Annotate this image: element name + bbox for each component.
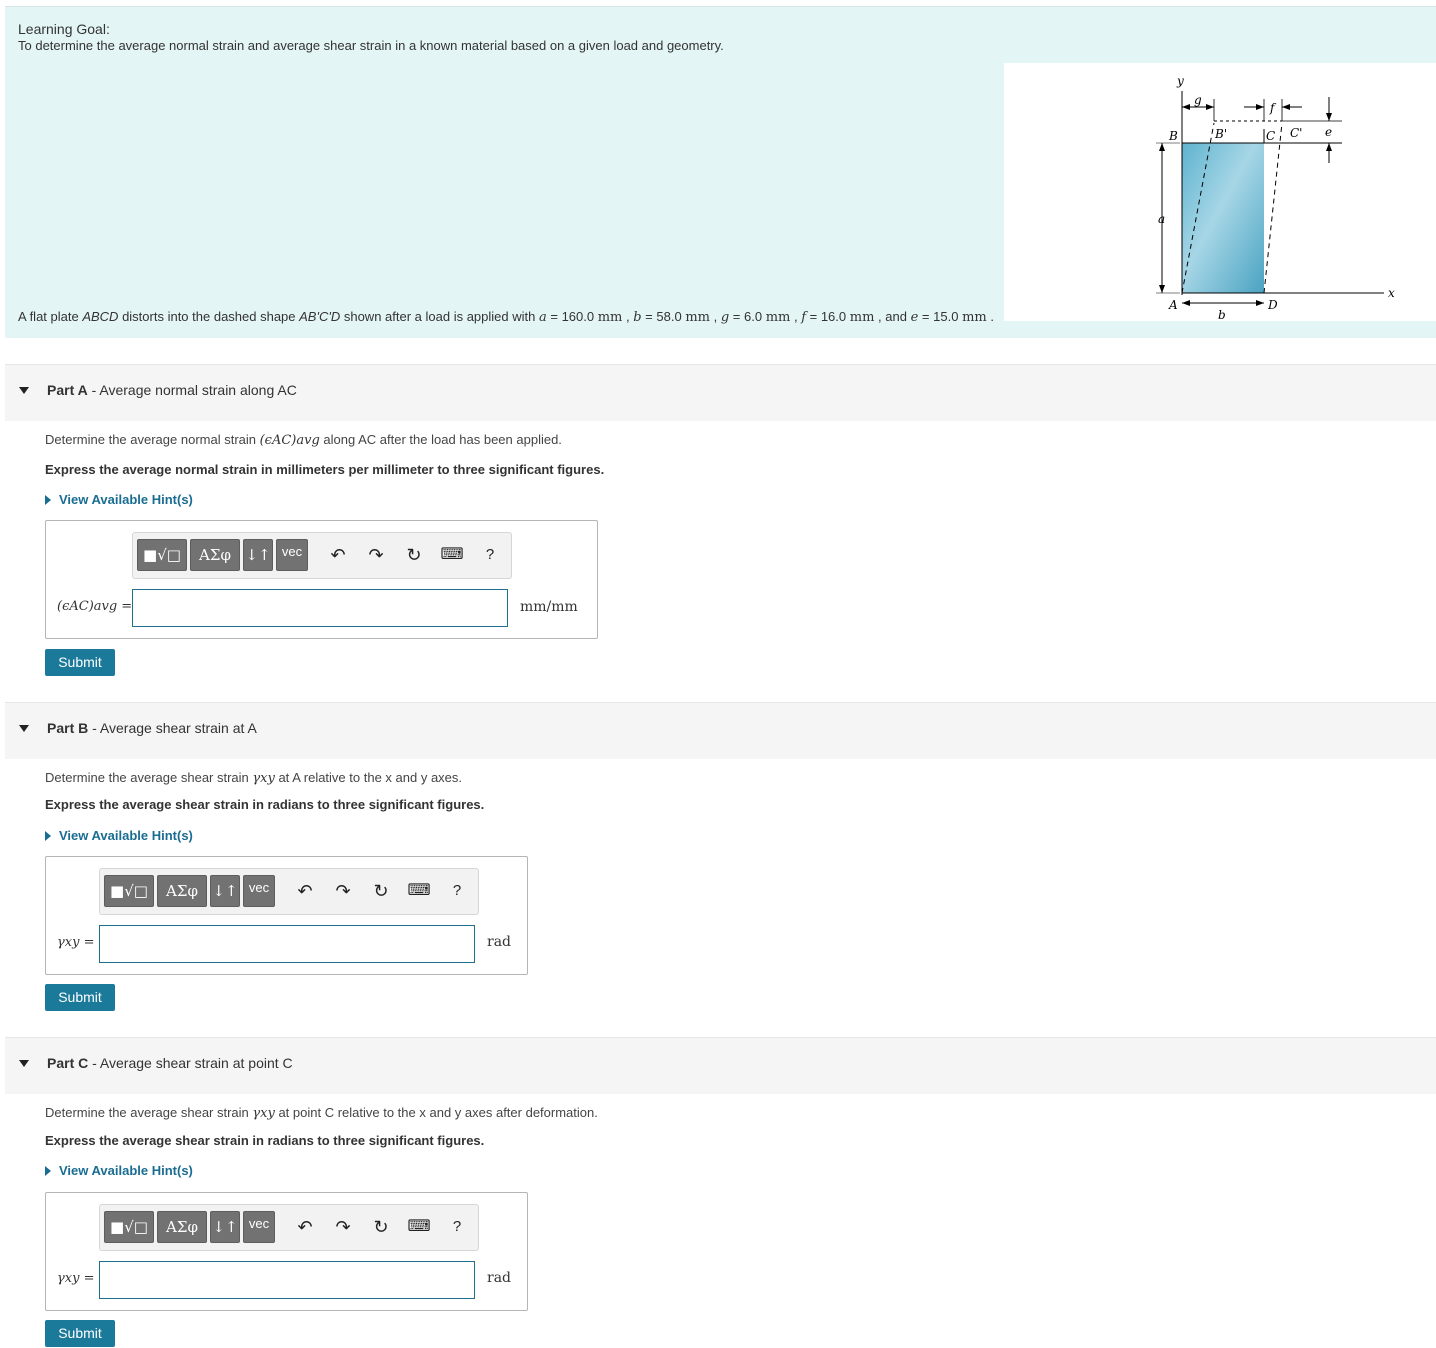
part-b-submit-button[interactable]: Submit <box>45 984 115 1011</box>
arrows-button[interactable]: ↓↑ <box>210 875 240 907</box>
help-icon[interactable]: ? <box>445 1215 469 1239</box>
part-c-header[interactable]: Part C - Average shear strain at point C <box>5 1037 1436 1094</box>
plate-diagram: y x g f e a b B B' C C' A D <box>1156 74 1395 322</box>
redo-icon[interactable]: ↷ <box>331 879 355 903</box>
greek-button[interactable]: ΑΣφ <box>190 539 240 571</box>
caret-right-icon <box>45 1165 51 1176</box>
label-Bp: B' <box>1214 127 1227 141</box>
reset-icon[interactable]: ↻ <box>369 879 393 903</box>
dashed-cd <box>1263 122 1283 294</box>
part-a-question: Determine the average normal strain (ϵAC… <box>45 432 562 448</box>
label-b: b <box>1218 308 1226 321</box>
label-e: e <box>1325 125 1332 139</box>
label-a: a <box>1158 212 1165 226</box>
part-b-header[interactable]: Part B - Average shear strain at A <box>5 702 1436 759</box>
undo-icon[interactable]: ↶ <box>293 879 317 903</box>
part-a-header[interactable]: Part A - Average normal strain along AC <box>5 364 1436 421</box>
part-c-answer-box: ■√□ ΑΣφ ↓↑ vec ↶ ↷ ↻ ⌨ ? γxy = rad <box>45 1192 528 1311</box>
part-a-submit-button[interactable]: Submit <box>45 649 115 676</box>
part-c-express: Express the average shear strain in radi… <box>45 1133 485 1148</box>
templates-button[interactable]: ■√□ <box>104 1211 154 1243</box>
part-c-title: Part C - Average shear strain at point C <box>47 1055 293 1071</box>
part-c-answer-label: γxy = <box>57 1271 95 1286</box>
undo-icon[interactable]: ↶ <box>293 1215 317 1239</box>
learning-goal-text: To determine the average normal strain a… <box>18 38 724 53</box>
label-y: y <box>1176 74 1184 88</box>
label-g: g <box>1194 93 1202 107</box>
label-Cp: C' <box>1290 126 1302 140</box>
part-b-answer-input[interactable] <box>99 925 475 963</box>
caret-right-icon <box>45 830 51 841</box>
part-c-answer-input[interactable] <box>99 1261 475 1299</box>
part-a-title: Part A - Average normal strain along AC <box>47 382 297 398</box>
part-b-answer-box: ■√□ ΑΣφ ↓↑ vec ↶ ↷ ↻ ⌨ ? γxy = rad <box>45 856 528 975</box>
greek-button[interactable]: ΑΣφ <box>157 875 207 907</box>
label-C: C <box>1266 129 1275 143</box>
label-f: f <box>1269 101 1277 115</box>
part-b-math-toolbar: ■√□ ΑΣφ ↓↑ vec ↶ ↷ ↻ ⌨ ? <box>99 868 479 915</box>
part-c-unit: rad <box>487 1270 512 1286</box>
help-icon[interactable]: ? <box>478 543 502 567</box>
greek-button[interactable]: ΑΣφ <box>157 1211 207 1243</box>
part-c-math-toolbar: ■√□ ΑΣφ ↓↑ vec ↶ ↷ ↻ ⌨ ? <box>99 1204 479 1251</box>
label-x: x <box>1388 286 1395 300</box>
part-b-hint-link[interactable]: View Available Hint(s) <box>45 828 193 843</box>
plate-figure: y x g f e a b B B' C C' A D <box>1004 63 1436 322</box>
part-c-question: Determine the average shear strain γxy a… <box>45 1105 598 1121</box>
part-b-question: Determine the average shear strain γxy a… <box>45 770 463 786</box>
collapse-triangle-icon[interactable] <box>19 1060 29 1067</box>
part-a-answer-input[interactable] <box>132 589 508 627</box>
part-b-title: Part B - Average shear strain at A <box>47 720 257 736</box>
collapse-triangle-icon[interactable] <box>19 387 29 394</box>
templates-button[interactable]: ■√□ <box>104 875 154 907</box>
label-B: B <box>1168 129 1178 143</box>
part-a-hint-link[interactable]: View Available Hint(s) <box>45 492 193 507</box>
part-c-hint-link[interactable]: View Available Hint(s) <box>45 1163 193 1178</box>
part-b-express: Express the average shear strain in radi… <box>45 797 485 812</box>
templates-button[interactable]: ■√□ <box>137 539 187 571</box>
part-a-express: Express the average normal strain in mil… <box>45 462 605 477</box>
part-b-answer-label: γxy = <box>57 935 95 950</box>
part-a-math-toolbar: ■√□ ΑΣφ ↓↑ vec ↶ ↷ ↻ ⌨ ? <box>132 532 512 579</box>
caret-right-icon <box>45 494 51 505</box>
reset-icon[interactable]: ↻ <box>402 543 426 567</box>
keyboard-icon[interactable]: ⌨ <box>440 543 464 567</box>
label-D: D <box>1267 298 1278 312</box>
learning-goal-panel: Learning Goal: To determine the average … <box>5 6 1436 338</box>
redo-icon[interactable]: ↷ <box>364 543 388 567</box>
plate-rect <box>1182 143 1264 293</box>
part-a-answer-box: ■√□ ΑΣφ ↓↑ vec ↶ ↷ ↻ ⌨ ? (ϵAC)avg = mm/m… <box>45 520 598 639</box>
keyboard-icon[interactable]: ⌨ <box>407 1215 431 1239</box>
part-b-unit: rad <box>487 934 512 950</box>
vec-button[interactable]: vec <box>276 539 308 571</box>
part-c-submit-button[interactable]: Submit <box>45 1320 115 1347</box>
arrows-button[interactable]: ↓↑ <box>210 1211 240 1243</box>
part-a-unit: mm/mm <box>520 599 578 615</box>
help-icon[interactable]: ? <box>445 879 469 903</box>
learning-goal-title: Learning Goal: <box>18 21 110 37</box>
problem-statement: A flat plate ABCD distorts into the dash… <box>18 309 994 325</box>
vec-button[interactable]: vec <box>243 1211 275 1243</box>
collapse-triangle-icon[interactable] <box>19 725 29 732</box>
redo-icon[interactable]: ↷ <box>331 1215 355 1239</box>
label-A: A <box>1168 298 1178 312</box>
arrows-button[interactable]: ↓↑ <box>243 539 273 571</box>
keyboard-icon[interactable]: ⌨ <box>407 879 431 903</box>
reset-icon[interactable]: ↻ <box>369 1215 393 1239</box>
undo-icon[interactable]: ↶ <box>326 543 350 567</box>
vec-button[interactable]: vec <box>243 875 275 907</box>
part-a-answer-label: (ϵAC)avg = <box>57 599 133 614</box>
